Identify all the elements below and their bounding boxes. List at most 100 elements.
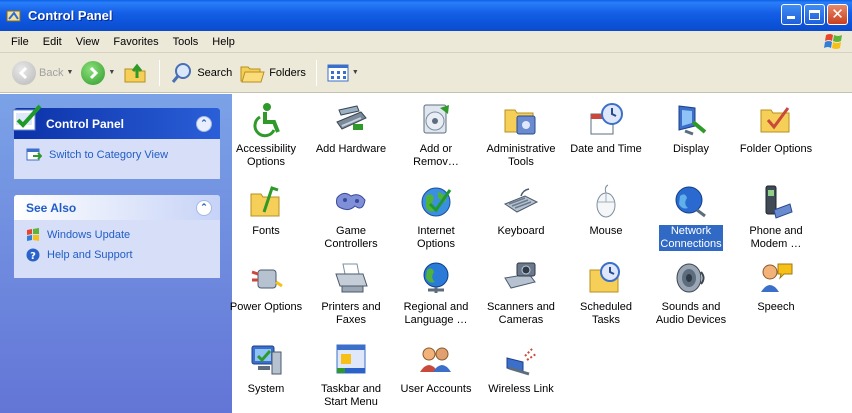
menu-tools[interactable]: Tools bbox=[166, 36, 206, 48]
search-button[interactable]: Search bbox=[166, 58, 236, 88]
views-button[interactable]: ▼ bbox=[323, 58, 363, 88]
wireless-link-item[interactable]: Wireless Link bbox=[481, 342, 561, 396]
up-folder-button[interactable] bbox=[119, 58, 153, 88]
minimize-button[interactable] bbox=[781, 4, 802, 25]
collapse-chevron-icon[interactable]: ⌃ bbox=[196, 115, 212, 132]
item-label: Mouse bbox=[589, 225, 623, 237]
item-label: Keyboard bbox=[497, 225, 545, 237]
window-title: Control Panel bbox=[28, 8, 113, 23]
administrative-tools-item[interactable]: Administrative Tools bbox=[481, 102, 561, 169]
collapse-chevron-icon[interactable]: ⌃ bbox=[196, 199, 212, 216]
scheduled-tasks-icon bbox=[589, 262, 620, 293]
game-controllers-icon bbox=[336, 192, 366, 211]
fonts-item[interactable]: Fonts bbox=[226, 184, 306, 238]
folder-options-item[interactable]: Folder Options bbox=[736, 102, 816, 156]
help-and-support-label: Help and Support bbox=[47, 249, 133, 261]
switch-to-category-view-link[interactable]: Switch to Category View bbox=[26, 147, 210, 163]
menu-view[interactable]: View bbox=[69, 36, 107, 48]
phone-and-modem-item[interactable]: Phone and Modem … bbox=[736, 184, 816, 251]
display-item[interactable]: Display bbox=[651, 102, 731, 156]
back-label: Back bbox=[39, 66, 64, 79]
item-label: Administrative Tools bbox=[486, 143, 556, 168]
forward-dropdown-icon[interactable]: ▼ bbox=[108, 69, 115, 76]
system-item[interactable]: System bbox=[226, 342, 306, 396]
forward-button[interactable]: ▼ bbox=[77, 58, 119, 88]
control-panel-section-title: Control Panel bbox=[46, 116, 125, 131]
menu-file[interactable]: File bbox=[4, 36, 36, 48]
phone-modem-icon bbox=[765, 185, 793, 219]
toolbar-separator bbox=[315, 59, 317, 86]
item-label: Folder Options bbox=[739, 143, 813, 155]
control-panel-badge-icon bbox=[12, 104, 42, 131]
help-and-support-link[interactable]: ? Help and Support bbox=[26, 248, 210, 262]
item-label: Add or Remov… bbox=[413, 143, 459, 168]
item-label: Accessibility Options bbox=[236, 143, 296, 168]
add-remove-programs-item[interactable]: Add or Remov… bbox=[396, 102, 476, 169]
date-and-time-item[interactable]: Date and Time bbox=[566, 102, 646, 156]
speech-item[interactable]: Speech bbox=[736, 260, 816, 314]
see-also-section: See Also ⌃ Windows Update ? Help and Sup… bbox=[14, 195, 220, 278]
windows-update-icon bbox=[27, 228, 39, 241]
network-connections-icon bbox=[675, 186, 706, 218]
back-button[interactable]: Back ▼ bbox=[8, 58, 77, 88]
printers-and-faxes-item[interactable]: Printers and Faxes bbox=[311, 260, 391, 327]
folders-icon bbox=[240, 66, 265, 82]
internet-options-item[interactable]: Internet Options bbox=[396, 184, 476, 251]
back-dropdown-icon[interactable]: ▼ bbox=[66, 69, 73, 76]
item-label: Add Hardware bbox=[315, 143, 387, 155]
item-label: Taskbar and Start Menu bbox=[321, 383, 381, 408]
game-controllers-item[interactable]: Game Controllers bbox=[311, 184, 391, 251]
power-options-item[interactable]: Power Options bbox=[226, 260, 306, 314]
administrative-tools-icon bbox=[504, 109, 536, 135]
keyboard-item[interactable]: Keyboard bbox=[481, 184, 561, 238]
mouse-icon bbox=[596, 184, 616, 218]
sounds-and-audio-devices-item[interactable]: Sounds and Audio Devices bbox=[651, 260, 731, 327]
menu-edit[interactable]: Edit bbox=[36, 36, 69, 48]
regional-language-icon bbox=[423, 262, 449, 293]
see-also-section-header[interactable]: See Also ⌃ bbox=[14, 195, 220, 220]
taskbar-and-start-menu-item[interactable]: Taskbar and Start Menu bbox=[311, 342, 391, 409]
menu-help[interactable]: Help bbox=[205, 36, 242, 48]
minimize-icon bbox=[787, 16, 795, 19]
item-label: Fonts bbox=[252, 225, 280, 237]
item-label: Speech bbox=[757, 301, 795, 313]
menu-bar: File Edit View Favorites Tools Help bbox=[0, 31, 852, 53]
windows-update-link[interactable]: Windows Update bbox=[26, 228, 210, 242]
folders-button[interactable]: Folders bbox=[236, 58, 310, 88]
regional-and-language-item[interactable]: Regional and Language … bbox=[396, 260, 476, 327]
scheduled-tasks-item[interactable]: Scheduled Tasks bbox=[566, 260, 646, 327]
toolbar-separator bbox=[159, 59, 161, 86]
forward-arrow-icon bbox=[81, 60, 106, 85]
accessibility-icon bbox=[253, 103, 280, 138]
item-label: Game Controllers bbox=[324, 225, 378, 250]
control-panel-section-header[interactable]: Control Panel ⌃ bbox=[12, 104, 220, 139]
menu-favorites[interactable]: Favorites bbox=[106, 36, 165, 48]
search-icon bbox=[172, 62, 192, 83]
see-also-title: See Also bbox=[26, 200, 77, 215]
maximize-button[interactable] bbox=[804, 4, 825, 25]
close-button[interactable]: ✕ bbox=[827, 4, 848, 25]
control-panel-items: Accessibility Options Add Hardware Add o… bbox=[230, 94, 852, 413]
toolbar: Back ▼ ▼ Search Folders ▼ bbox=[0, 53, 852, 93]
switch-to-category-view-label: Switch to Category View bbox=[49, 149, 169, 161]
user-accounts-item[interactable]: User Accounts bbox=[396, 342, 476, 396]
category-view-icon bbox=[26, 148, 42, 161]
views-icon bbox=[327, 64, 349, 81]
maximize-icon bbox=[809, 9, 820, 20]
accessibility-options-item[interactable]: Accessibility Options bbox=[226, 102, 306, 169]
mouse-item[interactable]: Mouse bbox=[566, 184, 646, 238]
up-folder-icon bbox=[124, 63, 146, 82]
svg-text:?: ? bbox=[30, 251, 36, 262]
add-hardware-icon bbox=[336, 105, 367, 130]
item-label: Regional and Language … bbox=[403, 301, 469, 326]
add-hardware-item[interactable]: Add Hardware bbox=[311, 102, 391, 156]
folder-options-icon bbox=[760, 107, 790, 133]
control-panel-icon bbox=[6, 10, 21, 21]
title-bar[interactable]: Control Panel ✕ bbox=[0, 0, 852, 31]
network-connections-item[interactable]: Network Connections bbox=[651, 184, 731, 251]
views-dropdown-icon[interactable]: ▼ bbox=[352, 69, 359, 76]
scanners-and-cameras-item[interactable]: Scanners and Cameras bbox=[481, 260, 561, 327]
item-label: Printers and Faxes bbox=[321, 301, 381, 326]
user-accounts-icon bbox=[420, 347, 451, 372]
item-label: Scheduled Tasks bbox=[580, 301, 632, 326]
